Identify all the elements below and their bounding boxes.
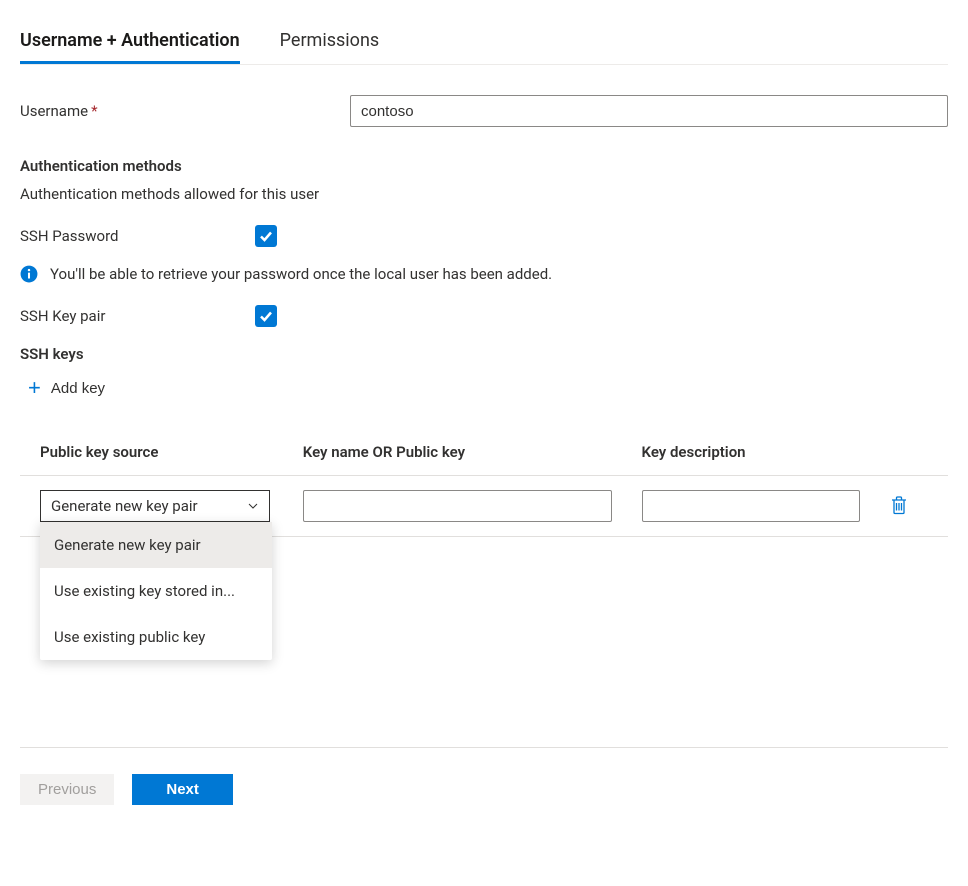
footer: Previous Next	[20, 747, 948, 805]
add-key-button[interactable]: + Add key	[20, 373, 113, 403]
ssh-keys-heading: SSH keys	[20, 345, 948, 363]
auth-methods-heading: Authentication methods	[20, 157, 948, 175]
previous-button[interactable]: Previous	[20, 774, 114, 805]
tab-username-auth[interactable]: Username + Authentication	[20, 20, 240, 64]
required-asterisk: *	[91, 102, 97, 120]
key-source-select: Generate new key pair Generate new key p…	[40, 490, 270, 522]
info-text: You'll be able to retrieve your password…	[50, 265, 552, 283]
col-header-source: Public key source	[40, 443, 273, 461]
trash-icon	[890, 495, 908, 515]
delete-key-button[interactable]	[890, 490, 908, 520]
key-name-input[interactable]	[303, 490, 612, 522]
ssh-password-label: SSH Password	[20, 227, 255, 245]
check-icon	[258, 228, 274, 244]
info-icon	[20, 265, 38, 283]
ssh-keypair-label: SSH Key pair	[20, 307, 255, 325]
key-source-select-button[interactable]: Generate new key pair	[40, 490, 270, 522]
dropdown-option[interactable]: Generate new key pair	[40, 522, 272, 568]
auth-methods-subheading: Authentication methods allowed for this …	[20, 185, 948, 203]
ssh-password-row: SSH Password	[20, 225, 948, 247]
ssh-password-checkbox[interactable]	[255, 225, 277, 247]
key-description-input[interactable]	[642, 490, 861, 522]
info-row: You'll be able to retrieve your password…	[20, 265, 948, 283]
username-input[interactable]	[350, 95, 948, 127]
plus-icon: +	[28, 377, 41, 399]
ssh-keypair-row: SSH Key pair	[20, 305, 948, 327]
username-label: Username*	[20, 102, 350, 120]
chevron-down-icon	[247, 500, 259, 512]
check-icon	[258, 308, 274, 324]
username-row: Username*	[20, 95, 948, 127]
next-button[interactable]: Next	[132, 774, 233, 805]
table-row: Generate new key pair Generate new key p…	[20, 476, 948, 537]
key-source-dropdown: Generate new key pair Use existing key s…	[40, 522, 272, 660]
key-source-selected-value: Generate new key pair	[51, 497, 198, 515]
dropdown-option[interactable]: Use existing key stored in...	[40, 568, 272, 614]
tab-permissions[interactable]: Permissions	[280, 20, 380, 64]
tab-bar: Username + Authentication Permissions	[20, 20, 948, 65]
add-key-label: Add key	[51, 380, 105, 397]
ssh-keypair-checkbox[interactable]	[255, 305, 277, 327]
keys-table-header: Public key source Key name OR Public key…	[20, 443, 948, 476]
dropdown-option[interactable]: Use existing public key	[40, 614, 272, 660]
col-header-desc: Key description	[642, 443, 861, 461]
col-header-name-or-key: Key name OR Public key	[303, 443, 612, 461]
